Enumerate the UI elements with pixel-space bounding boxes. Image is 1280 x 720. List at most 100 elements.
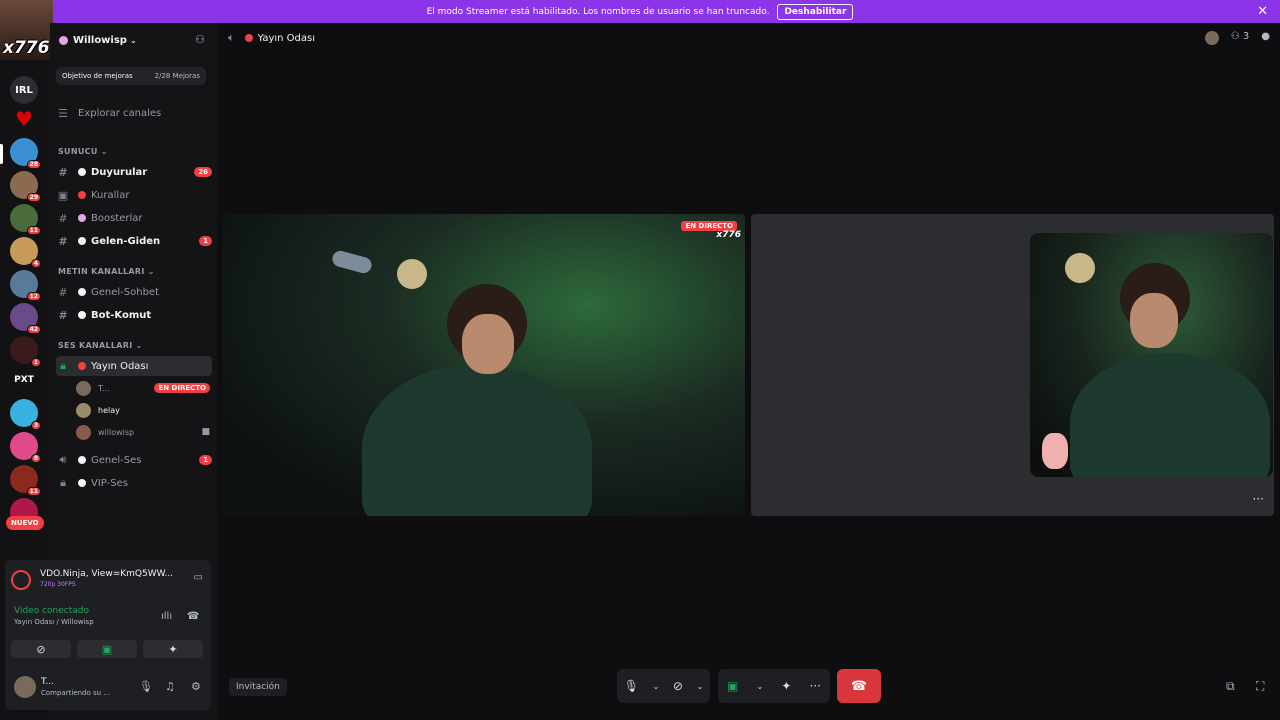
popout-icon[interactable]: ⧉ xyxy=(1226,679,1235,694)
screen-icon[interactable]: ▭ xyxy=(194,572,203,583)
category-sunucu[interactable]: SUNUCU ⌄ xyxy=(58,147,108,156)
streamer-mode-banner: El modo Streamer está habilitado. Los no… xyxy=(0,0,1280,23)
channel-header: 🔈︎ Yayın Odası ⚇ 3 ● xyxy=(218,23,1280,53)
channel-boosterlar[interactable]: # Boosterlar xyxy=(56,208,212,228)
guild-avatar[interactable]: 12 xyxy=(10,270,41,301)
voice-user[interactable]: helay xyxy=(76,400,210,420)
chevron-down-icon[interactable]: ⌄ xyxy=(653,682,660,691)
new-badge[interactable]: NUEVO xyxy=(6,516,44,530)
mention-badge: 11 xyxy=(26,226,41,235)
activity-row[interactable]: VDO.Ninja, View=KmQ5WW... 720p 30FPS ▭ xyxy=(11,568,207,592)
lock-icon: 🔒︎ xyxy=(60,359,66,372)
guild-avatar[interactable]: 42 xyxy=(10,303,41,334)
guild-avatar[interactable]: 29 xyxy=(10,171,41,202)
headphones-icon[interactable]: ♫ xyxy=(165,680,175,693)
screen-share-button[interactable]: ▣ xyxy=(77,640,137,658)
stream-preview xyxy=(1030,233,1273,477)
invite-button[interactable]: Invitación xyxy=(229,678,287,696)
live-badge: EN DIRECTO xyxy=(154,383,210,393)
voice-user[interactable]: willowisp ■ xyxy=(76,422,210,442)
disconnect-icon[interactable]: ☎ xyxy=(187,611,199,622)
channel-name: Yayın Odası xyxy=(91,360,149,372)
voice-user[interactable]: T... EN DIRECTO xyxy=(76,378,210,398)
streamer-body xyxy=(1070,353,1270,477)
channel-genel-sohbet[interactable]: # Genel-Sohbet xyxy=(56,282,212,302)
camera-off-icon[interactable]: ⊘ xyxy=(673,679,683,693)
channel-duyurular[interactable]: # Duyurular 26 xyxy=(56,162,212,182)
soundboard-icon[interactable]: ıllı xyxy=(161,611,172,622)
banner-text: El modo Streamer está habilitado. Los no… xyxy=(426,6,770,17)
channel-name: Genel-Sohbet xyxy=(91,286,160,298)
activity-sub: 720p 30FPS xyxy=(40,581,76,588)
channel-genel-ses[interactable]: 🔊︎ Genel-Ses 1 xyxy=(56,450,212,470)
guild-avatar[interactable]: 1 xyxy=(10,336,41,367)
category-label: SUNUCU xyxy=(58,147,98,156)
stream-tile[interactable]: EN DIRECTO x776 xyxy=(222,214,745,516)
list-icon: ☰ xyxy=(58,106,68,120)
channel-bot-komut[interactable]: # Bot-Komut xyxy=(56,305,212,325)
streamer-body xyxy=(362,364,592,516)
camera-button[interactable]: ⊘ xyxy=(11,640,71,658)
channel-yayin-odasi[interactable]: 🔒︎ Yayın Odası xyxy=(56,356,212,376)
guild-avatar[interactable]: 8 xyxy=(10,432,41,463)
members-button[interactable]: ⚇ 3 xyxy=(1231,31,1250,45)
mention-badge: 3 xyxy=(30,421,41,430)
member-count: 3 xyxy=(1242,31,1250,42)
more-icon[interactable]: ··· xyxy=(1253,492,1264,506)
activities-icon[interactable]: ✦ xyxy=(781,679,791,693)
boost-goal-bar[interactable]: Objetivo de mejoras 2/28 Mejoras xyxy=(56,67,206,85)
stream-tile[interactable]: ··· xyxy=(751,214,1274,516)
watermark: x776 xyxy=(716,230,741,240)
boost-count: 2/28 Mejoras xyxy=(154,72,200,80)
guild-heart[interactable]: ♥ xyxy=(10,105,38,133)
mention-badge: 12 xyxy=(26,292,41,301)
close-icon[interactable]: ✕ xyxy=(1257,4,1268,19)
category-metin[interactable]: METIN KANALLARI ⌄ xyxy=(58,267,155,276)
hang-up-button[interactable]: ☎ xyxy=(837,669,881,703)
guild-avatar[interactable]: 3 xyxy=(10,399,41,430)
avatar xyxy=(76,424,91,440)
disable-streamer-button[interactable]: Deshabilitar xyxy=(777,3,854,20)
guild-pxt[interactable]: PXT xyxy=(10,366,38,394)
gear-icon[interactable]: ⚙ xyxy=(191,680,201,693)
chevron-down-icon[interactable]: ⌄ xyxy=(696,682,703,691)
guild-label: PXT xyxy=(14,375,34,385)
megaphone-icon xyxy=(78,168,86,176)
no-entry-icon xyxy=(78,191,86,199)
server-icon xyxy=(59,35,68,45)
add-member-icon[interactable]: ⚇ xyxy=(195,33,205,46)
activity-title: VDO.Ninja, View=KmQ5WW... xyxy=(40,569,174,579)
mic-icon[interactable]: 🎙︎ xyxy=(624,679,639,693)
guild-irl[interactable]: IRL xyxy=(10,76,38,104)
mention-badge: 4 xyxy=(30,259,41,268)
chat-icon[interactable]: ● xyxy=(1261,31,1270,45)
screen-share-icon[interactable]: ▣ xyxy=(727,679,738,693)
mic-icon[interactable]: 🎙︎ xyxy=(139,680,153,693)
hash-icon: # xyxy=(58,165,68,179)
avatar[interactable] xyxy=(1204,31,1219,45)
more-icon[interactable]: ··· xyxy=(809,679,820,693)
channel-gelen-giden[interactable]: # Gelen-Giden 1 xyxy=(56,231,212,251)
activities-icon: ✦ xyxy=(168,642,178,656)
guild-avatar[interactable]: 11 xyxy=(10,465,41,496)
channel-vip-ses[interactable]: 🔒︎ VIP-Ses xyxy=(56,473,212,493)
guild-avatar[interactable]: 4 xyxy=(10,237,41,268)
channel-kurallar[interactable]: ▣ Kurallar xyxy=(56,185,212,205)
server-name: Willowisp xyxy=(73,34,127,46)
explore-channels[interactable]: ☰ Explorar canales xyxy=(56,103,212,123)
boost-goal-label: Objetivo de mejoras xyxy=(62,72,133,80)
avatar[interactable] xyxy=(14,676,36,698)
live-dot-icon xyxy=(78,362,86,370)
fullscreen-icon[interactable]: ⛶ xyxy=(1256,679,1264,694)
category-ses[interactable]: SES KANALLARI ⌄ xyxy=(58,341,143,350)
mention-badge: 42 xyxy=(26,325,41,334)
server-header[interactable]: Willowisp ⌄ ⚇ xyxy=(50,23,217,57)
guild-avatar[interactable]: 28 xyxy=(10,138,41,169)
guild-avatar[interactable]: 11 xyxy=(10,204,41,235)
chevron-down-icon[interactable]: ⌄ xyxy=(757,682,764,691)
streamer-logo: x776 xyxy=(0,0,53,60)
screen-share-icon: ▣ xyxy=(101,642,113,656)
camera-off-icon: ⊘ xyxy=(36,642,46,656)
activities-button[interactable]: ✦ xyxy=(143,640,203,658)
pop-filter-graphic xyxy=(397,259,427,289)
